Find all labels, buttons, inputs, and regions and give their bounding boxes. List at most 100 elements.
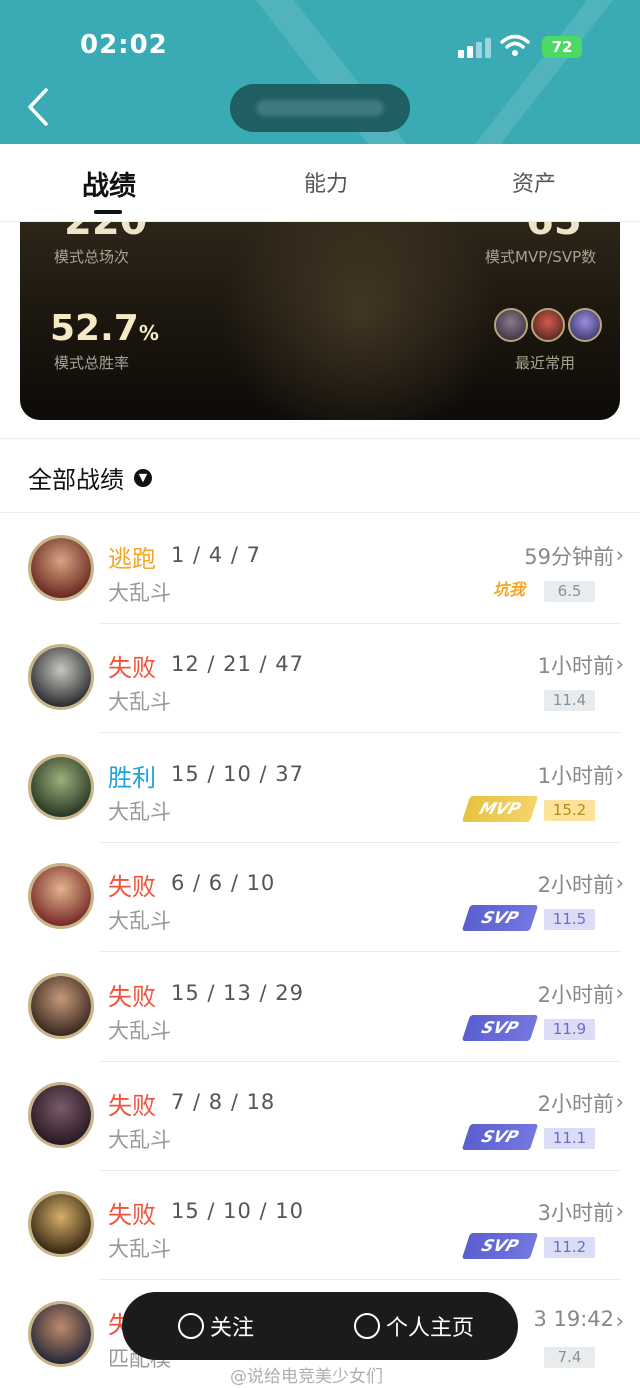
tab-bar: 战绩 能力 资产	[0, 144, 640, 222]
svp-badge: SVP	[461, 1233, 539, 1260]
hero-avatar	[28, 535, 94, 601]
total-matches-value: 220	[64, 222, 148, 244]
chevron-right-icon: ›	[615, 543, 624, 567]
match-time: 2小时前	[537, 873, 614, 898]
tab-assets[interactable]: 资产	[512, 166, 556, 198]
tab-records[interactable]: 战绩	[82, 164, 136, 203]
header-decoration	[442, 0, 618, 144]
section-title: 全部战绩	[28, 466, 124, 494]
match-mode: 大乱斗	[108, 1018, 171, 1043]
match-result: 失败	[108, 873, 156, 902]
match-kda: 6 / 6 / 10	[171, 871, 276, 896]
match-score: 15.2	[544, 799, 595, 821]
match-score: 11.4	[544, 690, 595, 712]
match-mode: 大乱斗	[108, 581, 171, 605]
win-rate-value: 52.7%	[50, 308, 159, 349]
chevron-right-icon: ›	[615, 652, 624, 677]
match-mode: 大乱斗	[108, 1128, 171, 1152]
hero-avatar	[28, 1300, 94, 1367]
match-mode: 大乱斗	[108, 690, 171, 715]
match-kda: 15 / 10 / 37	[171, 761, 305, 786]
match-score: 6.5	[544, 581, 595, 602]
match-result: 胜利	[108, 763, 156, 792]
stats-card: 220 模式总场次 65 模式MVP/SVP数 52.7% 模式总胜率 最近常用	[20, 222, 620, 420]
match-result: 失败	[108, 982, 156, 1011]
flee-badge: 坑我	[492, 580, 525, 599]
profile-icon	[354, 1313, 380, 1339]
status-time: 02:02	[80, 30, 168, 60]
chevron-right-icon: ›	[615, 871, 624, 896]
mvp-svp-label: 模式MVP/SVP数	[485, 248, 597, 266]
total-matches-label: 模式总场次	[54, 248, 130, 266]
follow-label: 关注	[210, 1316, 255, 1341]
recent-heroes-label: 最近常用	[515, 354, 576, 372]
mvp-svp-value: 65	[526, 222, 582, 244]
match-mode: 大乱斗	[108, 1237, 171, 1262]
match-row[interactable]: 失败 12 / 21 / 47 大乱斗 1小时前 › 11.4	[0, 624, 640, 734]
divider	[0, 438, 640, 439]
match-time: 1小时前	[537, 654, 614, 679]
match-kda: 15 / 10 / 10	[171, 1199, 305, 1224]
match-mode: 大乱斗	[108, 909, 171, 934]
match-result: 失败	[108, 1092, 156, 1120]
player-name-pill	[230, 84, 410, 132]
hero-avatar	[28, 1082, 94, 1148]
hero-avatar	[28, 1191, 94, 1258]
match-row[interactable]: 失败 15 / 13 / 29 大乱斗 2小时前 › SVP 11.9	[0, 953, 640, 1062]
battery-icon: 72	[542, 36, 582, 58]
match-score: 11.5	[544, 909, 595, 931]
match-time: 59分钟前	[524, 545, 614, 569]
match-result: 逃跑	[108, 545, 156, 573]
chevron-right-icon: ›	[615, 1090, 624, 1114]
match-score: 7.4	[544, 1346, 595, 1368]
svp-badge: SVP	[461, 905, 539, 932]
match-time: 2小时前	[537, 982, 614, 1007]
match-time: 2小时前	[537, 1092, 614, 1116]
svp-badge: SVP	[461, 1124, 539, 1150]
match-row[interactable]: 失败 6 / 6 / 10 大乱斗 2小时前 › SVP 11.5	[0, 843, 640, 953]
win-rate-label: 模式总胜率	[54, 354, 130, 372]
recent-hero-avatar[interactable]	[494, 308, 528, 342]
chevron-right-icon: ›	[615, 1308, 624, 1333]
hero-avatar	[28, 753, 94, 820]
match-row[interactable]: 胜利 15 / 10 / 37 大乱斗 1小时前 › MVP 15.2	[0, 734, 640, 843]
chevron-right-icon: ›	[615, 1199, 624, 1224]
watermark: @说给电竞美少女们	[230, 1367, 383, 1387]
hero-avatar	[28, 972, 94, 1039]
match-score: 11.9	[544, 1018, 595, 1040]
match-row[interactable]: 失败 7 / 8 / 18 大乱斗 2小时前 › SVP 11.1	[0, 1062, 640, 1171]
recent-hero-avatar[interactable]	[568, 308, 602, 342]
match-kda: 15 / 13 / 29	[171, 980, 305, 1005]
match-kda: 7 / 8 / 18	[171, 1090, 276, 1114]
active-tab-indicator	[94, 210, 122, 214]
signal-icon	[458, 38, 492, 58]
add-friend-icon	[178, 1313, 204, 1339]
match-time: 1小时前	[537, 763, 614, 788]
match-time: 3 19:42	[533, 1306, 614, 1331]
back-arrow-icon[interactable]	[22, 84, 62, 130]
chevron-right-icon: ›	[615, 980, 624, 1005]
match-row[interactable]: 逃跑 1 / 4 / 7 大乱斗 59分钟前 › 坑我 6.5	[0, 515, 640, 624]
chevron-down-icon: ▼	[134, 468, 152, 487]
match-score: 11.2	[544, 1237, 595, 1259]
tab-ability[interactable]: 能力	[304, 166, 348, 198]
match-score: 11.1	[544, 1128, 595, 1149]
bottom-action-bar: 关注 个人主页	[122, 1292, 518, 1360]
follow-button[interactable]: 关注	[178, 1292, 254, 1360]
chevron-right-icon: ›	[615, 761, 624, 786]
match-filter-dropdown[interactable]: 全部战绩 ▼	[28, 460, 152, 495]
hero-avatar	[28, 644, 94, 711]
match-row[interactable]: 失败 15 / 10 / 10 大乱斗 3小时前 › SVP 11.2	[0, 1171, 640, 1281]
svp-badge: SVP	[461, 1014, 539, 1041]
match-result: 失败	[108, 1201, 156, 1230]
match-time: 3小时前	[537, 1201, 614, 1226]
match-kda: 1 / 4 / 7	[171, 543, 261, 567]
divider	[0, 512, 640, 513]
profile-label: 个人主页	[386, 1316, 475, 1341]
recent-hero-avatar[interactable]	[531, 308, 565, 342]
mvp-badge: MVP	[461, 795, 539, 822]
app-header: 02:02 72	[0, 0, 640, 144]
match-mode: 大乱斗	[108, 799, 171, 824]
profile-button[interactable]: 个人主页	[354, 1292, 474, 1360]
wifi-icon	[500, 34, 530, 56]
